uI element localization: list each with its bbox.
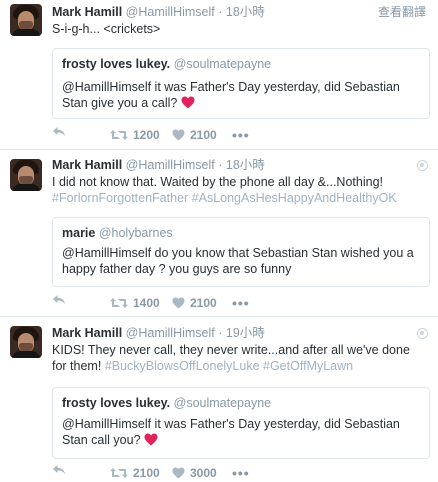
like-button[interactable]: 2100 bbox=[172, 126, 217, 144]
heart-emoji-icon bbox=[181, 96, 195, 113]
globe-icon[interactable] bbox=[417, 160, 428, 171]
translate-link[interactable]: 查看翻譯 bbox=[378, 4, 426, 20]
author-name[interactable]: Mark Hamill bbox=[52, 5, 122, 19]
tweet-text: S-i-g-h... <crickets> bbox=[52, 22, 426, 38]
heart-emoji-icon bbox=[144, 433, 158, 450]
retweet-icon bbox=[110, 468, 128, 478]
tweet[interactable]: Mark Hamill @HamillHimself · 18小時 I did … bbox=[0, 151, 438, 317]
reply-button[interactable] bbox=[52, 126, 66, 138]
like-icon bbox=[172, 467, 185, 479]
retweet-button[interactable]: 2100 bbox=[110, 464, 160, 482]
quoted-author-name: frosty loves lukey. bbox=[62, 57, 171, 71]
quoted-author-handle: @soulmatepayne bbox=[173, 57, 272, 71]
reply-button[interactable] bbox=[52, 294, 66, 306]
quoted-tweet[interactable]: frosty loves lukey. @soulmatepayne @Hami… bbox=[52, 387, 430, 459]
retweet-count: 1200 bbox=[133, 128, 160, 142]
retweet-icon bbox=[110, 130, 128, 140]
quoted-tweet-header: frosty loves lukey. @soulmatepayne bbox=[62, 395, 271, 411]
avatar[interactable] bbox=[10, 159, 42, 191]
quoted-tweet[interactable]: frosty loves lukey. @soulmatepayne @Hami… bbox=[52, 48, 430, 119]
more-icon[interactable]: ••• bbox=[232, 294, 250, 312]
quoted-author-name: marie bbox=[62, 226, 96, 240]
avatar[interactable] bbox=[10, 326, 42, 358]
separator: · bbox=[218, 5, 223, 19]
like-icon bbox=[172, 297, 185, 309]
quoted-tweet-header: frosty loves lukey. @soulmatepayne bbox=[62, 56, 271, 72]
retweet-button[interactable]: 1400 bbox=[110, 294, 160, 312]
quoted-author-name: frosty loves lukey. bbox=[62, 396, 171, 410]
quoted-tweet[interactable]: marie @holybarnes @HamillHimself do you … bbox=[52, 217, 430, 287]
quoted-tweet-text-body: @HamillHimself it was Father's Day yeste… bbox=[62, 417, 400, 447]
reply-icon bbox=[53, 127, 65, 136]
globe-icon[interactable] bbox=[417, 328, 428, 339]
retweet-icon bbox=[110, 298, 128, 308]
tweet-text: I did not know that. Waited by the phone… bbox=[52, 175, 426, 206]
separator: · bbox=[218, 326, 223, 340]
retweet-count: 1400 bbox=[133, 296, 160, 310]
reply-icon bbox=[53, 295, 65, 304]
like-count: 2100 bbox=[190, 296, 217, 310]
tweet[interactable]: Mark Hamill @HamillHimself · 19小時 KIDS! … bbox=[0, 318, 438, 482]
tweet-header: Mark Hamill @HamillHimself · 18小時 bbox=[52, 157, 265, 173]
quoted-tweet-text: @HamillHimself it was Father's Day yeste… bbox=[62, 79, 421, 113]
quoted-author-handle: @soulmatepayne bbox=[173, 396, 272, 410]
more-icon[interactable]: ••• bbox=[232, 126, 250, 144]
quoted-tweet-header: marie @holybarnes bbox=[62, 225, 173, 241]
author-name[interactable]: Mark Hamill bbox=[52, 326, 122, 340]
like-count: 3000 bbox=[190, 466, 217, 480]
quoted-tweet-text-body: @HamillHimself do you know that Sebastia… bbox=[62, 246, 414, 276]
tweet[interactable]: Mark Hamill @HamillHimself · 18小時 查看翻譯 S… bbox=[0, 0, 438, 150]
timestamp[interactable]: 18小時 bbox=[226, 158, 265, 172]
tweet-header: Mark Hamill @HamillHimself · 18小時 bbox=[52, 4, 265, 20]
retweet-button[interactable]: 1200 bbox=[110, 126, 160, 144]
tweet-text-body: S-i-g-h... <crickets> bbox=[52, 22, 161, 36]
like-button[interactable]: 3000 bbox=[172, 464, 217, 482]
retweet-count: 2100 bbox=[133, 466, 160, 480]
like-count: 2100 bbox=[190, 128, 217, 142]
author-handle[interactable]: @HamillHimself bbox=[126, 326, 215, 340]
separator: · bbox=[218, 158, 223, 172]
like-button[interactable]: 2100 bbox=[172, 294, 217, 312]
reply-icon bbox=[53, 465, 65, 474]
tweet-text: KIDS! They never call, they never write.… bbox=[52, 343, 426, 374]
author-handle[interactable]: @HamillHimself bbox=[126, 158, 215, 172]
quoted-author-handle: @holybarnes bbox=[98, 226, 173, 240]
like-icon bbox=[172, 129, 185, 141]
reply-button[interactable] bbox=[52, 464, 66, 476]
author-handle[interactable]: @HamillHimself bbox=[126, 5, 215, 19]
quoted-tweet-text-body: @HamillHimself it was Father's Day yeste… bbox=[62, 80, 400, 110]
more-icon[interactable]: ••• bbox=[232, 464, 250, 482]
timestamp[interactable]: 19小時 bbox=[226, 326, 265, 340]
tweet-text-body: I did not know that. Waited by the phone… bbox=[52, 175, 383, 189]
hashtag-link[interactable]: #ForlornForgottenFather #AsLongAsHesHapp… bbox=[52, 191, 397, 205]
author-name[interactable]: Mark Hamill bbox=[52, 158, 122, 172]
tweet-header: Mark Hamill @HamillHimself · 19小時 bbox=[52, 325, 265, 341]
quoted-tweet-text: @HamillHimself do you know that Sebastia… bbox=[62, 245, 421, 277]
timestamp[interactable]: 18小時 bbox=[226, 5, 265, 19]
quoted-tweet-text: @HamillHimself it was Father's Day yeste… bbox=[62, 416, 421, 450]
avatar[interactable] bbox=[10, 4, 42, 36]
hashtag-link[interactable]: #BuckyBlowsOffLonelyLuke #GetOffMyLawn bbox=[105, 359, 353, 373]
